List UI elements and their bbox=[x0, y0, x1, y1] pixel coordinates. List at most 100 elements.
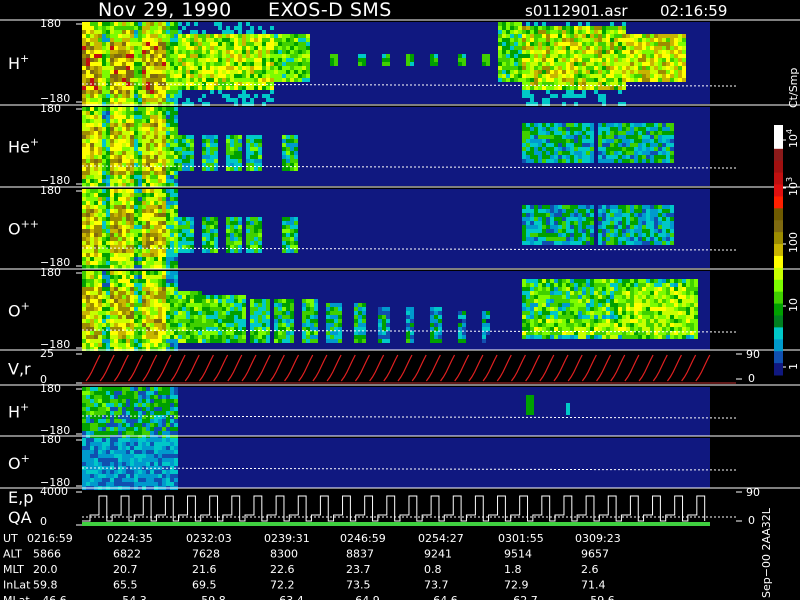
spec-cell bbox=[534, 38, 538, 42]
spec-cell bbox=[150, 197, 154, 201]
spec-cell bbox=[658, 229, 662, 233]
spec-cell bbox=[310, 323, 314, 327]
spec-cell bbox=[534, 147, 538, 151]
spec-cell bbox=[302, 74, 306, 78]
spec-cell bbox=[210, 339, 214, 343]
spec-cell bbox=[130, 265, 134, 269]
spec-cell bbox=[82, 143, 86, 147]
spec-cell bbox=[90, 213, 94, 217]
spec-cell bbox=[202, 30, 206, 34]
spec-cell bbox=[590, 237, 594, 241]
spec-cell bbox=[194, 42, 198, 46]
spec-cell bbox=[106, 221, 110, 225]
spec-cell bbox=[122, 261, 126, 265]
spec-cell bbox=[618, 233, 622, 237]
spec-cell bbox=[254, 167, 258, 171]
spec-cell bbox=[538, 155, 542, 159]
spec-cell bbox=[214, 241, 218, 245]
spec-cell bbox=[86, 119, 90, 123]
spec-cell bbox=[158, 26, 162, 30]
spec-cell bbox=[270, 74, 274, 78]
spec-cell bbox=[194, 303, 198, 307]
spec-cell bbox=[194, 315, 198, 319]
spec-cell bbox=[130, 253, 134, 257]
spec-cell bbox=[134, 275, 138, 279]
spec-cell bbox=[142, 209, 146, 213]
spec-cell bbox=[534, 279, 538, 283]
spec-cell bbox=[102, 271, 106, 275]
spec-cell bbox=[286, 155, 290, 159]
spec-cell bbox=[82, 189, 86, 193]
spec-cell bbox=[150, 253, 154, 257]
spec-cell bbox=[90, 287, 94, 291]
spec-cell bbox=[590, 58, 594, 62]
spec-cell bbox=[530, 299, 534, 303]
spec-cell bbox=[674, 54, 678, 58]
spec-cell bbox=[250, 26, 254, 30]
spec-cell bbox=[586, 151, 590, 155]
spec-cell bbox=[158, 123, 162, 127]
spec-cell bbox=[258, 233, 262, 237]
spec-cell bbox=[114, 265, 118, 269]
spec-cell bbox=[186, 38, 190, 42]
spec-cell bbox=[150, 229, 154, 233]
spec-cell bbox=[158, 295, 162, 299]
spec-cell bbox=[118, 311, 122, 315]
spec-cell bbox=[250, 335, 254, 339]
spec-cell bbox=[622, 139, 626, 143]
spec-cell bbox=[90, 135, 94, 139]
spec-cell bbox=[606, 229, 610, 233]
spec-cell bbox=[226, 229, 230, 233]
spec-cell bbox=[118, 98, 122, 102]
spec-cell bbox=[278, 339, 282, 343]
spec-cell bbox=[310, 303, 314, 307]
spec-cell bbox=[578, 74, 582, 78]
spec-cell bbox=[658, 74, 662, 78]
spec-cell bbox=[126, 46, 130, 50]
spec-cell bbox=[302, 319, 306, 323]
spec-cell bbox=[86, 271, 90, 275]
spec-cell bbox=[238, 38, 242, 42]
spec-cell bbox=[590, 205, 594, 209]
spec-cell bbox=[94, 189, 98, 193]
spec-cell bbox=[154, 201, 158, 205]
spec-cell bbox=[634, 225, 638, 229]
spec-cell bbox=[534, 217, 538, 221]
spec-cell bbox=[290, 307, 294, 311]
spec-cell bbox=[386, 307, 390, 311]
spec-cell bbox=[150, 287, 154, 291]
spec-cell bbox=[106, 331, 110, 335]
spec-cell bbox=[242, 319, 246, 323]
spec-cell bbox=[94, 307, 98, 311]
spec-cell bbox=[162, 217, 166, 221]
spec-cell bbox=[354, 307, 358, 311]
spec-cell bbox=[174, 147, 178, 151]
spec-cell bbox=[226, 143, 230, 147]
spec-cell bbox=[150, 331, 154, 335]
spec-cell bbox=[166, 221, 170, 225]
spec-cell bbox=[174, 213, 178, 217]
spec-cell bbox=[642, 155, 646, 159]
spec-cell bbox=[170, 335, 174, 339]
spec-cell bbox=[618, 139, 622, 143]
spec-cell bbox=[298, 78, 302, 82]
spec-cell bbox=[178, 34, 182, 38]
spec-cell bbox=[122, 283, 126, 287]
spec-cell bbox=[142, 319, 146, 323]
spec-cell bbox=[146, 98, 150, 102]
spec-cell bbox=[122, 151, 126, 155]
spec-cell bbox=[554, 135, 558, 139]
spec-cell bbox=[130, 78, 134, 82]
spec-cell bbox=[106, 197, 110, 201]
spec-cell bbox=[90, 123, 94, 127]
spec-cell bbox=[210, 50, 214, 54]
spec-cell bbox=[630, 127, 634, 131]
spec-cell bbox=[138, 225, 142, 229]
spec-cell bbox=[202, 233, 206, 237]
spec-cell bbox=[574, 147, 578, 151]
spec-cell bbox=[134, 197, 138, 201]
spec-cell bbox=[122, 249, 126, 253]
spec-cell bbox=[138, 175, 142, 179]
spec-cell bbox=[590, 86, 594, 90]
spec-cell bbox=[94, 90, 98, 94]
